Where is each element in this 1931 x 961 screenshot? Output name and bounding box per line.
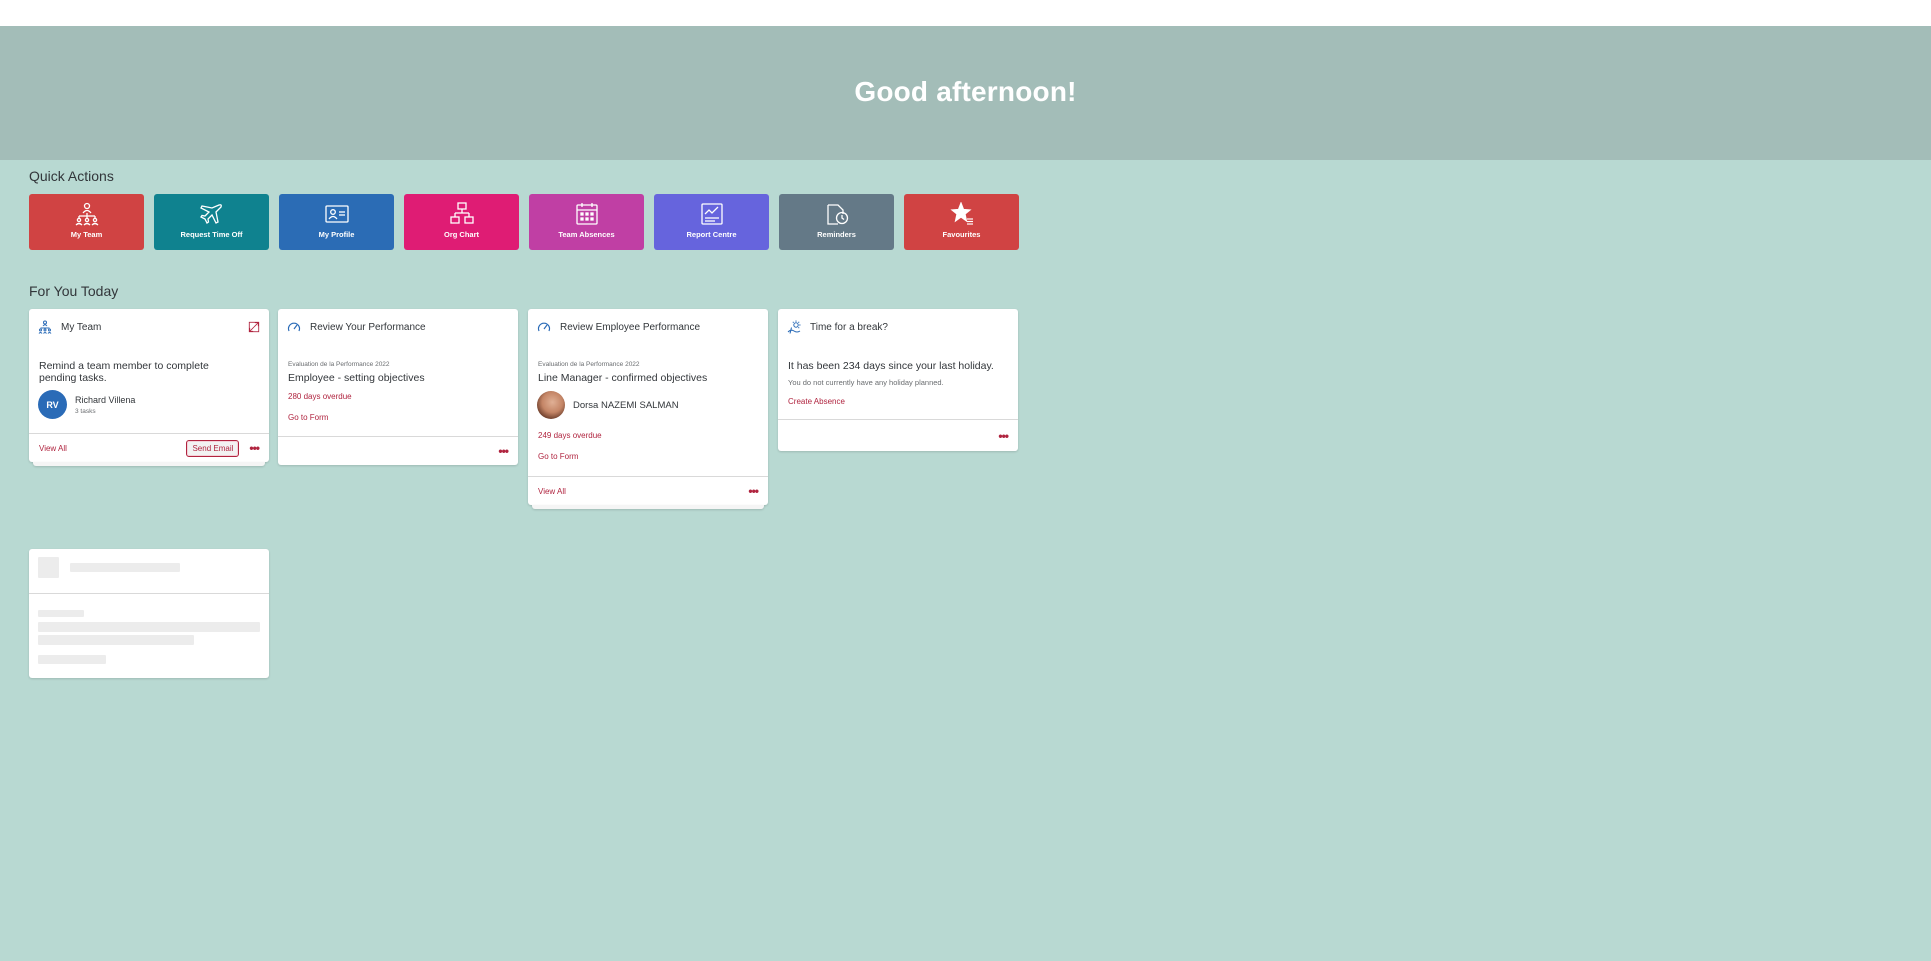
quick-action-favourites[interactable]: Favourites bbox=[904, 194, 1019, 250]
gauge-icon bbox=[287, 322, 301, 332]
profile-card-icon bbox=[324, 205, 349, 223]
skeleton-line bbox=[38, 635, 194, 645]
view-all-link[interactable]: View All bbox=[39, 444, 67, 453]
card-title: Time for a break? bbox=[810, 321, 888, 333]
card-footer: ••• bbox=[278, 436, 518, 465]
my-team-message: Remind a team member to complete pending… bbox=[39, 360, 209, 384]
team-icon bbox=[75, 202, 98, 226]
greeting-banner: Good afternoon! bbox=[0, 26, 1931, 160]
quick-action-request-time-off[interactable]: Request Time Off bbox=[154, 194, 269, 250]
card-footer: View All ••• bbox=[528, 476, 768, 505]
more-options-icon[interactable]: ••• bbox=[498, 445, 509, 457]
quick-action-label: Org Chart bbox=[443, 230, 479, 239]
greeting-title: Good afternoon! bbox=[854, 76, 1077, 107]
quick-action-org-chart[interactable]: Org Chart bbox=[404, 194, 519, 250]
holiday-message: It has been 234 days since your last hol… bbox=[788, 360, 994, 372]
quick-action-label: Favourites bbox=[942, 230, 981, 239]
form-step: Line Manager - confirmed objectives bbox=[538, 372, 708, 384]
report-icon bbox=[700, 203, 723, 225]
more-options-icon[interactable]: ••• bbox=[249, 442, 260, 454]
quick-action-label: Request Time Off bbox=[180, 230, 243, 239]
card-title: My Team bbox=[61, 321, 102, 333]
quick-action-label: My Profile bbox=[318, 230, 355, 239]
loading-skeleton-card bbox=[29, 549, 269, 678]
card-header: Review Employee Performance bbox=[528, 309, 768, 345]
quick-action-label: My Team bbox=[70, 230, 103, 239]
airplane-icon bbox=[199, 204, 222, 224]
quick-actions-title: Quick Actions bbox=[29, 168, 114, 184]
top-bar bbox=[0, 0, 1931, 26]
card-footer: View All Send Email ••• bbox=[29, 433, 269, 462]
form-name: Evaluation de la Performance 2022 bbox=[288, 361, 390, 368]
skeleton-line bbox=[38, 610, 84, 617]
skeleton-icon bbox=[38, 557, 59, 578]
form-step: Employee - setting objectives bbox=[288, 372, 425, 384]
send-email-button[interactable]: Send Email bbox=[186, 439, 240, 457]
org-chart-icon bbox=[449, 202, 474, 224]
card-title: Review Employee Performance bbox=[560, 321, 701, 333]
beach-sun-icon bbox=[787, 320, 801, 334]
calendar-icon bbox=[575, 203, 598, 225]
view-all-link[interactable]: View All bbox=[538, 487, 566, 496]
holiday-subtext: You do not currently have any holiday pl… bbox=[788, 378, 944, 387]
employee-row[interactable]: Dorsa NAZEMI SALMAN bbox=[537, 391, 679, 419]
more-options-icon[interactable]: ••• bbox=[748, 485, 759, 497]
team-member-name: Richard Villena bbox=[75, 394, 136, 405]
quick-action-report-centre[interactable]: Report Centre bbox=[654, 194, 769, 250]
go-to-form-link[interactable]: Go to Form bbox=[288, 413, 328, 422]
skeleton-divider bbox=[29, 593, 269, 594]
team-icon bbox=[38, 320, 52, 334]
create-absence-link[interactable]: Create Absence bbox=[788, 397, 845, 406]
skeleton-line bbox=[38, 655, 106, 664]
more-options-icon[interactable]: ••• bbox=[998, 430, 1009, 442]
employee-photo bbox=[537, 391, 565, 419]
gauge-icon bbox=[537, 322, 551, 332]
time-for-a-break-card: Time for a break? It has been 234 days s… bbox=[778, 309, 1018, 451]
for-you-today-title: For You Today bbox=[29, 283, 119, 299]
favourite-star-icon bbox=[949, 202, 973, 225]
card-footer: ••• bbox=[778, 419, 1018, 451]
quick-action-my-profile[interactable]: My Profile bbox=[279, 194, 394, 250]
quick-action-my-team[interactable]: My Team bbox=[29, 194, 144, 250]
avatar: RV bbox=[38, 390, 67, 419]
card-header: Review Your Performance bbox=[278, 309, 518, 345]
my-team-card: My Team Remind a team member to complete… bbox=[29, 309, 269, 466]
team-member-row[interactable]: RV Richard Villena 3 tasks bbox=[38, 390, 135, 419]
employee-name: Dorsa NAZEMI SALMAN bbox=[573, 399, 679, 411]
quick-action-team-absences[interactable]: Team Absences bbox=[529, 194, 644, 250]
review-your-performance-card: Review Your Performance Evaluation de la… bbox=[278, 309, 518, 465]
quick-actions-row: My Team Request Time Off My Profile Org … bbox=[29, 194, 1019, 250]
expand-icon[interactable] bbox=[248, 321, 260, 333]
form-name: Evaluation de la Performance 2022 bbox=[538, 361, 640, 368]
card-title: Review Your Performance bbox=[310, 321, 426, 333]
skeleton-title bbox=[70, 563, 180, 572]
quick-action-label: Report Centre bbox=[686, 230, 737, 239]
team-member-tasks: 3 tasks bbox=[75, 407, 96, 415]
reminder-icon bbox=[826, 204, 848, 225]
overdue-status: 280 days overdue bbox=[288, 392, 352, 401]
quick-action-label: Team Absences bbox=[558, 230, 615, 239]
quick-action-label: Reminders bbox=[817, 230, 856, 239]
card-header: My Team bbox=[29, 309, 269, 345]
overdue-status: 249 days overdue bbox=[538, 431, 602, 440]
card-header: Time for a break? bbox=[778, 309, 1018, 345]
review-employee-performance-card: Review Employee Performance Evaluation d… bbox=[528, 309, 768, 509]
go-to-form-link[interactable]: Go to Form bbox=[538, 452, 578, 461]
quick-action-reminders[interactable]: Reminders bbox=[779, 194, 894, 250]
skeleton-line bbox=[38, 622, 260, 632]
